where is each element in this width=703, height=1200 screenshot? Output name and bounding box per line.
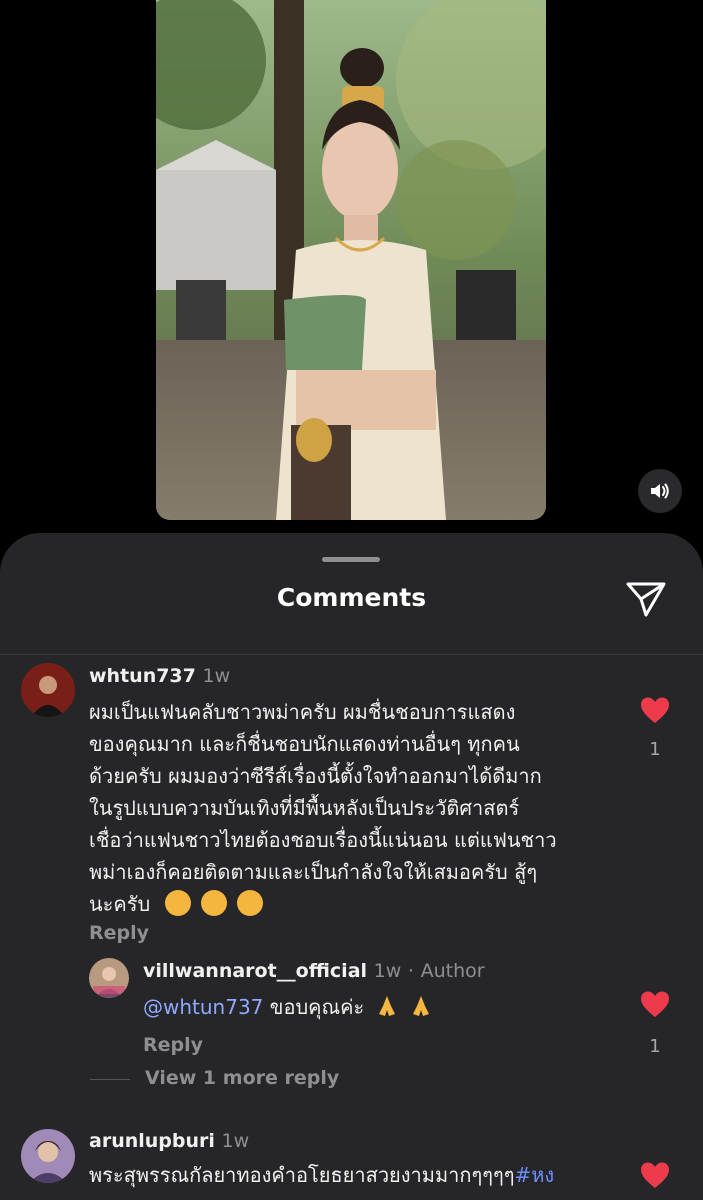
comment-line: ของคุณมาก และก็ชื่นชอบนักแสดงท่านอื่นๆ ท… xyxy=(89,732,520,756)
like-count: 1 xyxy=(649,1036,661,1057)
hashtag-link[interactable]: #หง xyxy=(514,1163,554,1187)
comment-line: ผมเป็นแฟนคลับชาวพม่าครับ ผมชื่นชอบการแสด… xyxy=(89,700,516,724)
comment-text: พระสุพรรณกัลยาทองคำอโยธยาสวยงามมากๆๆๆๆ#ห… xyxy=(89,1159,629,1191)
praying-hands-emoji xyxy=(378,996,395,1016)
reply-button[interactable]: Reply xyxy=(143,1034,203,1056)
comment-body: พระสุพรรณกัลยาทองคำอโยธยาสวยงามมากๆๆๆๆ xyxy=(89,1163,515,1187)
post-photo[interactable] xyxy=(156,0,546,520)
like-count: 1 xyxy=(649,739,661,760)
reply-time: 1w xyxy=(373,960,402,982)
comment-line: ด้วยครับ ผมมองว่าซีรีส์เรื่องนี้ตั้งใจทำ… xyxy=(89,764,542,788)
comment-time: 1w xyxy=(221,1130,250,1152)
reply-body: ขอบคุณค่ะ xyxy=(269,995,365,1019)
drag-handle[interactable] xyxy=(322,557,380,562)
comment-line: เชื่อว่าแฟนชาวไทยต้องชอบเรื่องนี้แน่นอน … xyxy=(89,828,557,852)
reply-username[interactable]: villwannarot__official 1w · Author xyxy=(143,960,485,982)
author-badge: Author xyxy=(420,960,485,982)
sheet-title: Comments xyxy=(276,583,427,612)
mention-link[interactable]: @whtun737 xyxy=(143,995,263,1019)
heart-icon[interactable] xyxy=(640,990,670,1018)
avatar[interactable] xyxy=(89,958,129,998)
view-more-line xyxy=(90,1079,130,1080)
meta-separator: · xyxy=(407,960,414,982)
comment-username[interactable]: whtun737 1w xyxy=(89,665,230,687)
reply-text: @whtun737 ขอบคุณค่ะ xyxy=(143,991,623,1023)
comment-line-last: นะครับ xyxy=(89,888,629,920)
comment-username[interactable]: arunlupburi 1w xyxy=(89,1130,249,1152)
reply-button[interactable]: Reply xyxy=(89,922,149,944)
comment-line: นะครับ xyxy=(89,892,151,916)
smiling-hearts-emoji xyxy=(164,890,191,916)
avatar[interactable] xyxy=(21,663,75,717)
comment-text: ผมเป็นแฟนคลับชาวพม่าครับ ผมชื่นชอบการแสด… xyxy=(89,696,629,920)
heart-icon[interactable] xyxy=(640,696,670,724)
username-text[interactable]: arunlupburi xyxy=(89,1130,215,1152)
comment-time: 1w xyxy=(202,665,231,687)
comment-line: พม่าเองก็คอยติดตามและเป็นกำลังใจให้เสมอค… xyxy=(89,860,538,884)
smiling-hearts-emoji xyxy=(200,890,227,916)
comments-sheet: Comments whtun737 1w ผมเป็นแฟนคลับชาวพม่… xyxy=(0,533,703,1200)
sound-toggle-button[interactable] xyxy=(638,469,682,513)
share-button[interactable] xyxy=(620,577,670,621)
praying-hands-emoji xyxy=(412,996,429,1016)
comment-line: ในรูปแบบความบันเทิงที่มีพื้นหลังเป็นประว… xyxy=(89,796,520,820)
heart-icon[interactable] xyxy=(640,1161,670,1189)
speaker-icon xyxy=(651,483,669,499)
avatar[interactable] xyxy=(21,1129,75,1183)
view-more-replies[interactable]: View 1 more reply xyxy=(145,1067,339,1089)
send-icon xyxy=(626,582,666,617)
header-divider xyxy=(0,654,703,655)
username-text[interactable]: villwannarot__official xyxy=(143,960,367,982)
username-text[interactable]: whtun737 xyxy=(89,665,196,687)
smiling-hearts-emoji xyxy=(237,890,264,916)
